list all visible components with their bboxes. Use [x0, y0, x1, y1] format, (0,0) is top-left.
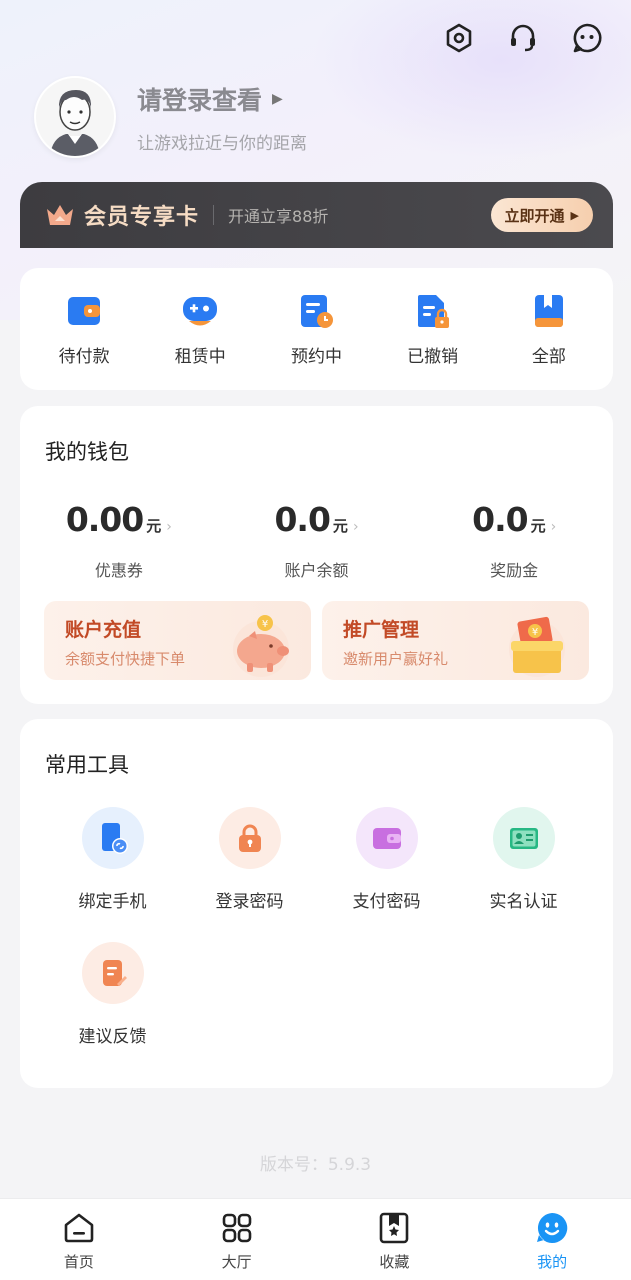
grid-icon: [222, 1213, 251, 1243]
tab-label: 收藏: [379, 1253, 410, 1271]
header-actions: [441, 20, 605, 56]
stat-label: 优惠券: [94, 561, 143, 580]
wallet-stats: 0.00 元 › 优惠券 0.0 元 › 账户余额 0.0 元 › 奖励金: [20, 500, 613, 581]
stat-unit: 元: [332, 517, 348, 535]
tool-label: 绑定手机: [78, 892, 147, 912]
tab-label: 我的: [537, 1253, 568, 1271]
schedule-icon: [301, 294, 334, 328]
gamepad-icon: [183, 296, 218, 325]
vip-banner[interactable]: 会员专享卡 开通立享88折 立即开通 ▶: [20, 182, 613, 248]
order-label: 全部: [531, 346, 566, 367]
tab-home[interactable]: 首页: [0, 1199, 158, 1280]
avatar[interactable]: [34, 76, 116, 158]
version-text: 版本号：5.9.3: [259, 1155, 372, 1175]
tools-grid: 绑定手机 登录密码 支付密码 实名认证 建议反馈: [44, 807, 592, 1077]
order-reserved[interactable]: 预约中: [261, 292, 371, 367]
message-icon[interactable]: [569, 20, 605, 56]
tool-label: 建议反馈: [78, 1027, 147, 1047]
bookmark-book-icon: [534, 294, 563, 327]
chevron-right-icon: ▶: [272, 90, 283, 107]
play-arrow-icon: ▶: [570, 208, 579, 222]
tools-card: 常用工具 绑定手机 登录密码 支付密码 实名认证 建议反馈: [20, 719, 613, 1088]
login-password-tool[interactable]: 登录密码: [181, 807, 318, 942]
profile-section: 请登录查看 ▶ 让游戏拉近与你的距离: [34, 76, 307, 158]
tab-hall[interactable]: 大厅: [158, 1199, 316, 1280]
wallet-card: 我的钱包 0.00 元 › 优惠券 0.0 元 › 账户余额 0.0 元 › 奖: [20, 406, 613, 704]
bottom-tabbar: 首页 大厅 收藏 我的: [0, 1198, 631, 1280]
open-vip-button[interactable]: 立即开通 ▶: [490, 198, 593, 232]
order-renting[interactable]: 租赁中: [145, 292, 255, 367]
order-pending-payment[interactable]: 待付款: [29, 292, 139, 367]
chevron-right-icon: ›: [166, 519, 172, 535]
gift-box-icon: ¥: [509, 616, 565, 677]
stat-balance[interactable]: 0.0 元 › 账户余额: [218, 500, 416, 581]
chevron-right-icon: ›: [550, 519, 557, 535]
stat-label: 奖励金: [490, 561, 539, 580]
open-vip-label: 立即开通: [504, 206, 565, 225]
tools-title: 常用工具: [45, 753, 129, 777]
crown-icon: [47, 205, 73, 225]
stat-value: 0.00: [65, 500, 144, 539]
wallet-title: 我的钱包: [45, 440, 129, 464]
feedback-icon: [81, 942, 144, 1004]
bookmark-star-icon: [380, 1212, 409, 1244]
vip-description: 开通立享88折: [228, 207, 329, 226]
stat-unit: 元: [146, 517, 162, 535]
locked-document-icon: [417, 294, 449, 328]
stat-value: 0.0: [274, 500, 330, 539]
svg-text:¥: ¥: [262, 619, 268, 630]
stat-coupons[interactable]: 0.00 元 › 优惠券: [20, 500, 218, 581]
order-all[interactable]: 全部: [494, 292, 604, 367]
login-title: 请登录查看: [137, 85, 263, 115]
order-cancelled[interactable]: 已撤销: [378, 292, 488, 367]
lock-icon: [218, 807, 281, 869]
promotion-card[interactable]: 推广管理 邀新用户赢好礼 ¥: [322, 601, 589, 680]
real-name-verification-tool[interactable]: 实名认证: [455, 807, 592, 942]
tab-mine[interactable]: 我的: [473, 1199, 631, 1280]
order-label: 租赁中: [174, 346, 226, 367]
piggy-bank-icon: ¥: [233, 615, 289, 677]
payment-password-tool[interactable]: 支付密码: [318, 807, 455, 942]
id-card-icon: [492, 807, 555, 869]
tool-label: 实名认证: [489, 892, 558, 912]
order-label: 待付款: [58, 346, 110, 367]
phone-link-icon: [81, 807, 144, 869]
bind-phone-tool[interactable]: 绑定手机: [44, 807, 181, 942]
stat-value: 0.0: [472, 500, 528, 539]
customer-service-icon[interactable]: [505, 20, 541, 56]
login-prompt[interactable]: 请登录查看 ▶: [137, 81, 307, 117]
orders-card: 待付款 租赁中 预约中 已撤销 全部: [20, 268, 613, 390]
tool-label: 支付密码: [352, 892, 421, 912]
order-label: 已撤销: [407, 346, 459, 367]
tab-label: 大厅: [221, 1253, 252, 1271]
home-icon: [64, 1213, 94, 1243]
divider: [213, 205, 215, 225]
order-label: 预约中: [290, 346, 342, 367]
settings-icon[interactable]: [441, 20, 477, 56]
smile-face-icon: [537, 1212, 568, 1243]
recharge-card[interactable]: 账户充值 余额支付快捷下单 ¥: [44, 601, 311, 680]
stat-rewards[interactable]: 0.0 元 › 奖励金: [415, 500, 613, 581]
wallet-icon: [355, 807, 418, 869]
tool-label: 登录密码: [215, 892, 284, 912]
stat-unit: 元: [530, 517, 546, 535]
chevron-right-icon: ›: [352, 519, 359, 535]
login-subtitle: 让游戏拉近与你的距离: [137, 133, 307, 154]
stat-label: 账户余额: [284, 561, 349, 580]
feedback-tool[interactable]: 建议反馈: [44, 942, 181, 1077]
tab-label: 首页: [63, 1253, 94, 1271]
svg-text:¥: ¥: [532, 627, 538, 638]
wallet-icon: [68, 296, 101, 325]
tab-favorites[interactable]: 收藏: [316, 1199, 474, 1280]
vip-title: 会员专享卡: [84, 205, 200, 230]
promo-row: 账户充值 余额支付快捷下单 ¥ 推广管理 邀新用户赢好礼 ¥: [44, 601, 589, 680]
